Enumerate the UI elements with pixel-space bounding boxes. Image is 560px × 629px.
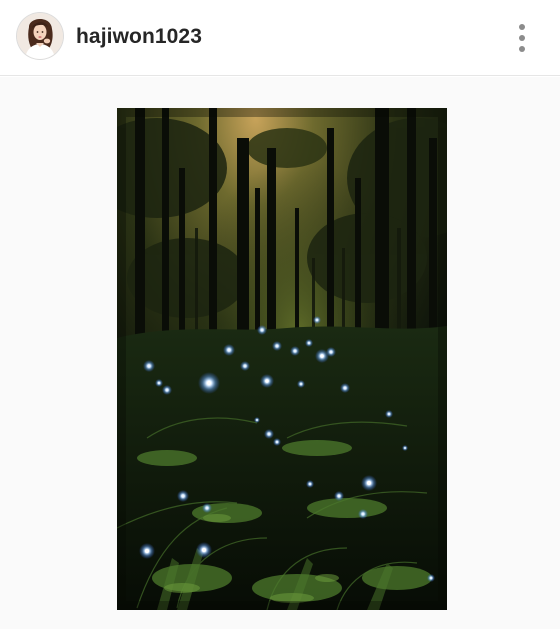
more-vertical-icon [519,35,525,41]
more-vertical-icon [519,46,525,52]
more-vertical-icon [519,24,525,30]
profile-avatar[interactable] [17,13,63,59]
post-photo[interactable] [117,108,447,610]
username-link[interactable]: hajiwon1023 [76,24,202,50]
post-header: hajiwon1023 [0,0,560,76]
avatar-image [17,13,63,59]
forest-fireflies-photo [117,108,447,610]
post-media-area [0,77,560,629]
more-options-button[interactable] [507,20,537,56]
